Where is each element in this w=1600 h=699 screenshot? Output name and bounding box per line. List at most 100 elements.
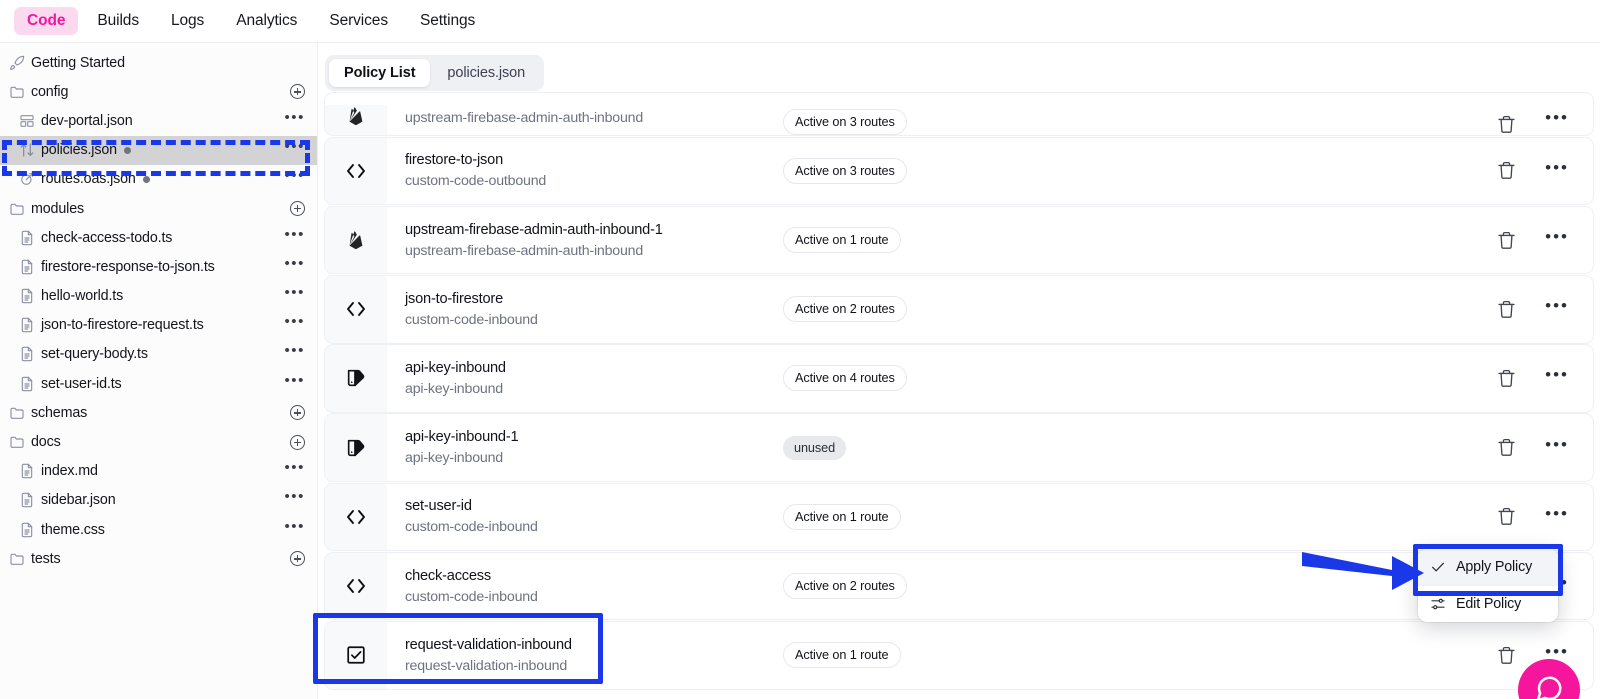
add-file-icon[interactable] [290,435,305,450]
add-file-icon[interactable] [290,201,305,216]
sidebar-item-label: check-access-todo.ts [41,230,172,246]
more-options-icon[interactable]: ••• [284,114,305,128]
more-options-icon[interactable]: ••• [1545,510,1569,524]
tab-policies-json[interactable]: policies.json [432,59,540,87]
policy-name: set-user-id [405,498,783,514]
sidebar-item-label: json-to-firestore-request.ts [41,317,204,333]
nav-item-code[interactable]: Code [14,7,78,35]
nav-item-services[interactable]: Services [316,7,401,35]
more-options-icon[interactable]: ••• [284,260,305,274]
policy-name: json-to-firestore [405,291,783,307]
sidebar-item-index-md[interactable]: index.md••• [0,457,317,486]
sidebar-item-label: Getting Started [31,55,125,71]
policy-row[interactable]: upstream-firebase-admin-auth-inboundActi… [324,92,1594,136]
sidebar-item-docs[interactable]: docs [0,427,317,456]
tab-policy-list[interactable]: Policy List [329,59,430,87]
sidebar-item-set-query-body-ts[interactable]: set-query-body.ts••• [0,340,317,369]
sidebar-item-getting-started[interactable]: Getting Started [0,48,317,77]
rocket-icon [9,55,31,71]
policy-row[interactable]: set-user-idcustom-code-inboundActive on … [324,483,1594,552]
more-options-icon[interactable]: ••• [284,464,305,478]
sidebar-item-set-user-id-ts[interactable]: set-user-id.ts••• [0,369,317,398]
sidebar-item-check-access-todo-ts[interactable]: check-access-todo.ts ••• [0,223,317,252]
sidebar-item-hello-world-ts[interactable]: hello-world.ts••• [0,282,317,311]
policy-row[interactable]: api-key-inboundapi-key-inboundActive on … [324,344,1594,413]
sidebar-item-policies-json[interactable]: policies.json••• [0,136,317,165]
row-spacer [963,345,1443,412]
policy-type: custom-code-inbound [405,589,783,605]
trash-icon[interactable] [1496,645,1517,666]
more-options-icon[interactable]: ••• [284,231,305,245]
status-badge: Active on 1 route [783,227,901,253]
nav-item-settings[interactable]: Settings [407,7,488,35]
more-options-icon[interactable]: ••• [1545,371,1569,385]
more-options-icon[interactable]: ••• [284,347,305,361]
policy-row[interactable]: check-accesscustom-code-inboundActive on… [324,552,1594,621]
policy-list[interactable]: upstream-firebase-admin-auth-inboundActi… [318,91,1600,690]
more-options-icon[interactable]: ••• [1545,441,1569,455]
folder-icon [9,405,31,421]
sidebar-item-label: modules [31,201,84,217]
more-options-icon[interactable]: ••• [1545,302,1569,316]
sidebar-item-config[interactable]: config [0,77,317,106]
more-options-icon[interactable]: ••• [284,289,305,303]
segmented-control[interactable]: Policy Listpolicies.json [325,55,544,91]
more-options-icon[interactable]: ••• [284,172,305,186]
policy-type: request-validation-inbound [405,658,783,674]
policy-row[interactable]: json-to-firestore custom-code-inboundActi… [324,275,1594,344]
sidebar-item-sidebar-json[interactable]: sidebar.json••• [0,486,317,515]
add-file-icon[interactable] [290,405,305,420]
more-options-icon[interactable]: ••• [1545,164,1569,178]
file-icon [19,288,41,304]
trash-icon[interactable] [1496,114,1517,135]
policy-row[interactable]: request-validation-inboundrequest-valida… [324,621,1594,690]
policy-type: upstream-firebase-admin-auth-inbound [405,243,783,259]
menu-item-label: Apply Policy [1456,559,1532,575]
more-options-icon[interactable]: ••• [284,493,305,507]
firebase-icon [325,105,387,135]
file-explorer-sidebar[interactable]: Getting Started configdev-portal.json•••p… [0,43,318,699]
file-icon [19,259,41,275]
policy-status-cell: Active on 1 route [783,207,963,274]
sidebar-item-routes-oas-json[interactable]: routes.oas.json••• [0,165,317,194]
sidebar-item-theme-css[interactable]: theme.css••• [0,515,317,544]
policy-context-menu[interactable]: Apply Policy Edit Policy [1418,549,1558,622]
trash-icon[interactable] [1496,230,1517,251]
sidebar-item-dev-portal-json[interactable]: dev-portal.json••• [0,106,317,135]
more-options-icon[interactable]: ••• [1545,114,1569,128]
status-badge: Active on 2 routes [783,573,907,599]
more-options-icon[interactable]: ••• [1545,233,1569,247]
sidebar-item-modules[interactable]: modules [0,194,317,223]
trash-icon[interactable] [1496,160,1517,181]
policy-row[interactable]: api-key-inbound-1api-key-inboundunused••… [324,413,1594,482]
more-options-icon[interactable]: ••• [284,523,305,537]
policy-type: custom-code-inbound [405,312,783,328]
trash-icon[interactable] [1496,506,1517,527]
sidebar-item-json-to-firestore-request-ts[interactable]: json-to-firestore-request.ts ••• [0,311,317,340]
menu-item-edit-policy[interactable]: Edit Policy [1418,585,1558,622]
sidebar-item-label: schemas [31,405,87,421]
sidebar-item-schemas[interactable]: schemas [0,398,317,427]
nav-item-analytics[interactable]: Analytics [223,7,310,35]
body-wrapper: Getting Startedconfigdev-portal.json•••p… [0,43,1600,699]
more-options-icon[interactable]: ••• [284,377,305,391]
nav-item-builds[interactable]: Builds [84,7,152,35]
add-file-icon[interactable] [290,551,305,566]
sidebar-item-firestore-response-to-json-ts[interactable]: firestore-response-to-json.ts••• [0,252,317,281]
policy-row[interactable]: upstream-firebase-admin-auth-inbound-1up… [324,206,1594,275]
row-spacer [963,553,1443,620]
trash-icon[interactable] [1496,437,1517,458]
more-options-icon[interactable]: ••• [284,318,305,332]
policy-row-actions: ••• [1443,276,1593,343]
nav-item-logs[interactable]: Logs [158,7,217,35]
policy-row[interactable]: firestore-to-jsoncustom-code-outboundAct… [324,137,1594,206]
policy-status-cell: Active on 1 route [783,484,963,551]
more-options-icon[interactable]: ••• [284,143,305,157]
menu-item-apply-policy[interactable]: Apply Policy [1418,549,1558,585]
sidebar-item-tests[interactable]: tests [0,544,317,573]
add-file-icon[interactable] [290,84,305,99]
policy-names: upstream-firebase-admin-auth-inbound [387,110,783,135]
trash-icon[interactable] [1496,299,1517,320]
trash-icon[interactable] [1496,368,1517,389]
status-badge: Active on 2 routes [783,296,907,322]
